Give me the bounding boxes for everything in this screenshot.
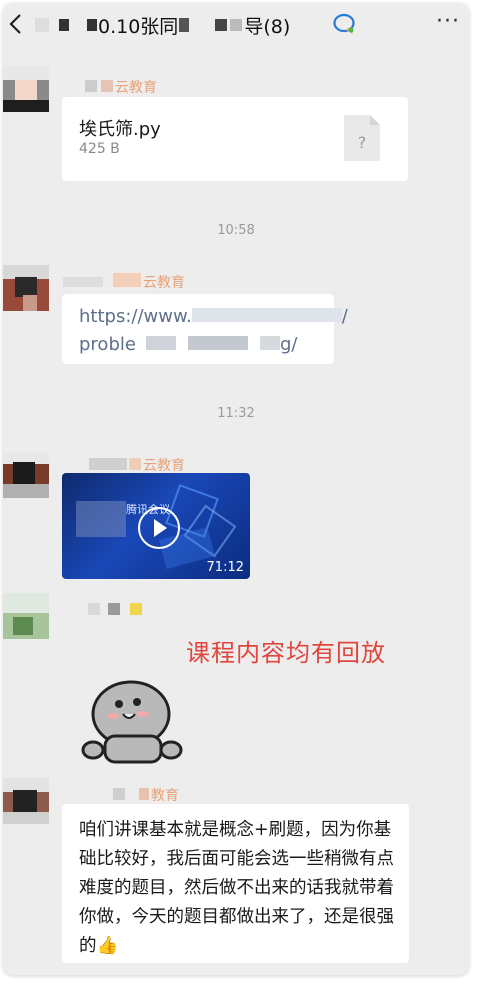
sender-name: [88, 603, 142, 619]
sender-name: 云教育: [85, 77, 157, 97]
avatar[interactable]: [3, 452, 49, 498]
avatar[interactable]: [3, 593, 49, 639]
wework-icon[interactable]: [332, 13, 356, 35]
link-message[interactable]: https://www. / proble g/: [62, 294, 348, 364]
unknown-file-icon: ?: [344, 115, 380, 161]
overlay-caption: 课程内容均有回放: [186, 639, 386, 667]
chat-member-count: 导(8): [244, 15, 291, 38]
message-text: 咱们讲课基本就是概念+刷题，因为你基础比较好，我后面可能会选一些稍微有点难度的题…: [79, 820, 394, 956]
sender-name: 教育: [113, 785, 179, 805]
chat-header: 0.10张同 导(8) ···: [3, 3, 469, 47]
svg-text:?: ?: [358, 133, 367, 152]
avatar[interactable]: [3, 778, 49, 824]
file-name: 埃氏筛.py: [79, 119, 161, 140]
play-icon[interactable]: [138, 507, 180, 549]
sender-name: 云教育: [63, 272, 185, 292]
link-line-1[interactable]: https://www. /: [79, 306, 348, 327]
more-options-icon[interactable]: ···: [436, 9, 460, 34]
avatar[interactable]: [3, 66, 49, 112]
sender-name: 云教育: [89, 455, 185, 475]
timestamp: 10:58: [217, 223, 255, 238]
timestamp: 11:32: [217, 406, 255, 421]
file-size: 425 B: [79, 141, 120, 157]
file-message[interactable]: 埃氏筛.py 425 B ?: [62, 97, 408, 181]
chat-title-text: 0.10张同: [98, 15, 179, 38]
sticker-image[interactable]: [79, 678, 187, 768]
chat-title: 0.10张同 导(8): [35, 11, 290, 39]
video-duration: 71:12: [206, 560, 244, 575]
avatar[interactable]: [3, 265, 49, 311]
text-message[interactable]: 咱们讲课基本就是概念+刷题，因为你基础比较好，我后面可能会选一些稍微有点难度的题…: [62, 804, 409, 963]
link-line-2[interactable]: proble g/: [79, 334, 297, 355]
chevron-left-icon[interactable]: [7, 13, 27, 35]
chat-window: 0.10张同 导(8) ··· 云教育 埃氏筛.py 425 B ? 10:58: [3, 3, 469, 975]
video-message[interactable]: 腾讯会议 71:12: [62, 473, 250, 579]
